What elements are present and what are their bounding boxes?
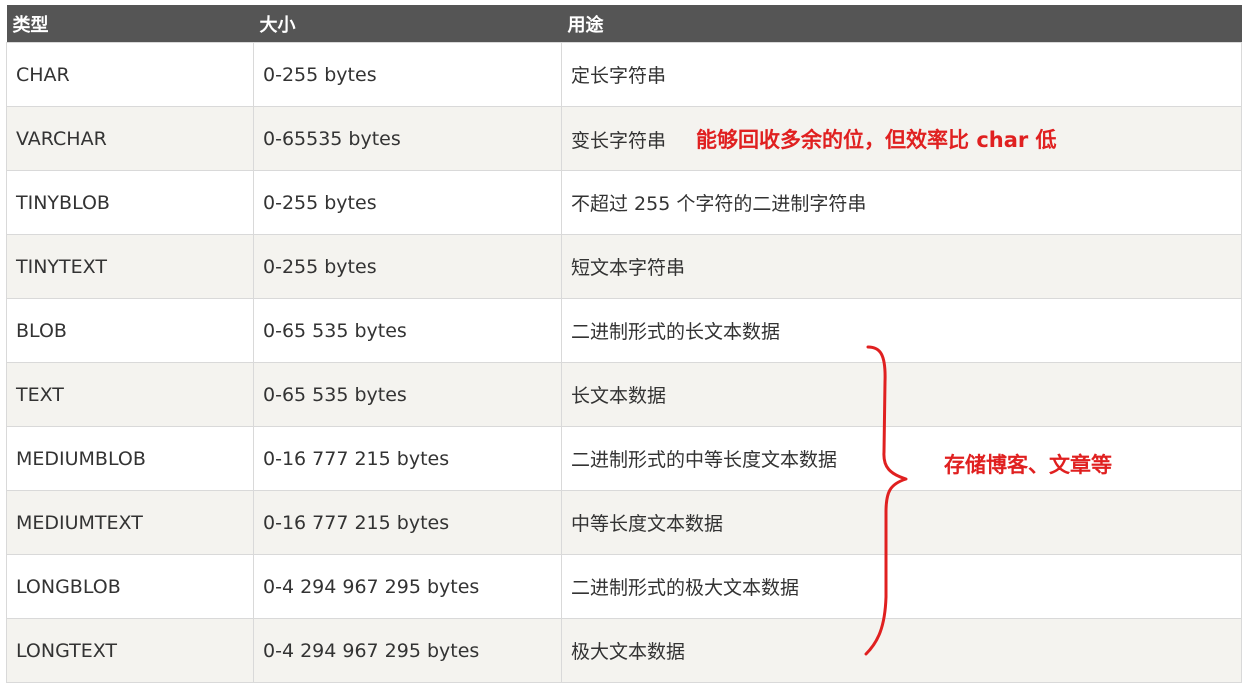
- table-row: VARCHAR 0-65535 bytes 变长字符串 能够回收多余的位，但效率比…: [6, 106, 1242, 171]
- brace-stroke: [864, 345, 908, 656]
- cell-size: 0-65 535 bytes: [253, 298, 562, 363]
- cell-size: 0-65535 bytes: [253, 106, 562, 171]
- cell-use-text: 变长字符串: [571, 129, 667, 152]
- cell-use: 定长字符串: [561, 42, 1242, 107]
- table-row: TINYBLOB 0-255 bytes 不超过 255 个字符的二进制字符串: [6, 170, 1242, 235]
- table-body: CHAR 0-255 bytes 定长字符串 VARCHAR 0-65535 b…: [6, 42, 1242, 683]
- cell-use: 变长字符串 能够回收多余的位，但效率比 char 低: [561, 106, 1242, 171]
- brace-annotation-label: 存储博客、文章等: [944, 453, 1112, 477]
- cell-size: 0-65 535 bytes: [253, 362, 562, 427]
- cell-size: 0-16 777 215 bytes: [253, 426, 562, 491]
- table-header: 类型 大小 用途: [6, 5, 1242, 43]
- cell-type: BLOB: [6, 298, 254, 363]
- cell-type: LONGTEXT: [6, 618, 254, 683]
- curly-brace-annotation: [864, 345, 908, 656]
- header-type: 类型: [6, 5, 254, 43]
- cell-size: 0-4 294 967 295 bytes: [253, 554, 562, 619]
- table-row: LONGTEXT 0-4 294 967 295 bytes 极大文本数据: [6, 618, 1242, 683]
- cell-size: 0-255 bytes: [253, 170, 562, 235]
- cell-type: CHAR: [6, 42, 254, 107]
- varchar-annotation: 能够回收多余的位，但效率比 char 低: [696, 127, 1057, 152]
- table-row: BLOB 0-65 535 bytes 二进制形式的长文本数据: [6, 298, 1242, 363]
- cell-type: TEXT: [6, 362, 254, 427]
- table-row: LONGBLOB 0-4 294 967 295 bytes 二进制形式的极大文…: [6, 554, 1242, 619]
- cell-type: TINYBLOB: [6, 170, 254, 235]
- header-use: 用途: [561, 5, 1242, 43]
- table-row: TINYTEXT 0-255 bytes 短文本字符串: [6, 234, 1242, 299]
- cell-type: VARCHAR: [6, 106, 254, 171]
- cell-size: 0-4 294 967 295 bytes: [253, 618, 562, 683]
- table-row: MEDIUMTEXT 0-16 777 215 bytes 中等长度文本数据: [6, 490, 1242, 555]
- cell-type: MEDIUMBLOB: [6, 426, 254, 491]
- header-size: 大小: [253, 5, 562, 43]
- table-row: CHAR 0-255 bytes 定长字符串: [6, 42, 1242, 107]
- cell-size: 0-16 777 215 bytes: [253, 490, 562, 555]
- cell-type: TINYTEXT: [6, 234, 254, 299]
- header-row: 类型 大小 用途: [6, 5, 1242, 43]
- cell-size: 0-255 bytes: [253, 42, 562, 107]
- cell-type: LONGBLOB: [6, 554, 254, 619]
- cell-use: 短文本字符串: [561, 234, 1242, 299]
- table-row: TEXT 0-65 535 bytes 长文本数据: [6, 362, 1242, 427]
- cell-use: 不超过 255 个字符的二进制字符串: [561, 170, 1242, 235]
- page: 类型 大小 用途 CHAR 0-255 bytes 定长字符串 VARCHAR …: [0, 0, 1245, 691]
- cell-size: 0-255 bytes: [253, 234, 562, 299]
- data-types-table: 类型 大小 用途 CHAR 0-255 bytes 定长字符串 VARCHAR …: [6, 5, 1242, 683]
- cell-type: MEDIUMTEXT: [6, 490, 254, 555]
